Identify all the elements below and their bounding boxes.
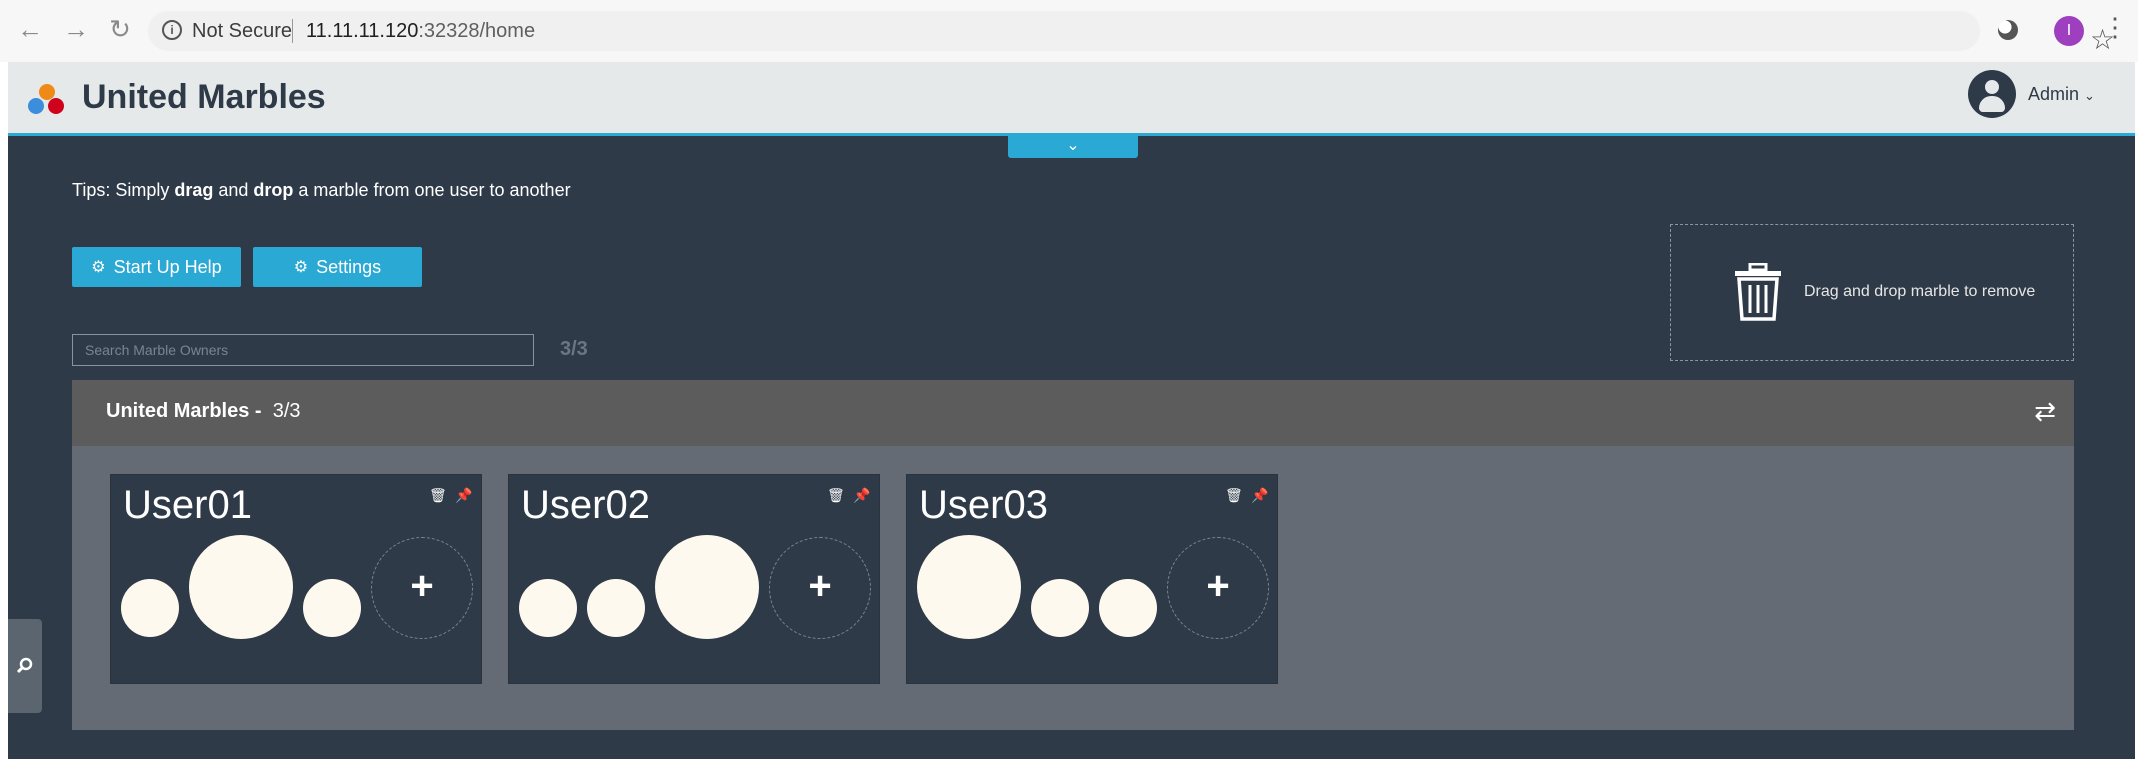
search-icon bbox=[16, 657, 33, 674]
settings-button[interactable]: ⚙ Settings bbox=[253, 247, 422, 287]
trash-drop-zone[interactable]: Drag and drop marble to remove bbox=[1670, 224, 2074, 361]
user-menu[interactable]: Admin ⌄ bbox=[2028, 84, 2095, 105]
expand-drawer-tab[interactable]: ⌄ bbox=[1008, 136, 1138, 158]
gear-icon: ⚙ bbox=[293, 259, 309, 276]
app-root: United Marbles Admin ⌄ ⌄ Tips: Simply dr… bbox=[8, 62, 2135, 759]
marble[interactable] bbox=[121, 579, 179, 637]
marble[interactable] bbox=[655, 535, 759, 639]
add-marble-button[interactable]: + bbox=[371, 537, 473, 639]
user-name: User02 bbox=[521, 483, 650, 527]
add-marble-button[interactable]: + bbox=[769, 537, 871, 639]
marble[interactable] bbox=[1031, 579, 1089, 637]
pin-icon[interactable]: 📌 bbox=[1251, 487, 1268, 504]
user-card[interactable]: User01 🗑 📌 + bbox=[110, 474, 482, 684]
marble[interactable] bbox=[519, 579, 577, 637]
url-text[interactable]: 11.11.11.120:32328/home bbox=[306, 20, 535, 43]
chevron-down-icon: ⌄ bbox=[1066, 137, 1080, 154]
extension-icon[interactable] bbox=[1998, 20, 2018, 40]
marble[interactable] bbox=[1099, 579, 1157, 637]
side-search-tab[interactable] bbox=[8, 619, 42, 713]
settings-label: Settings bbox=[316, 256, 382, 277]
forward-icon[interactable]: → bbox=[62, 15, 90, 43]
delete-icon[interactable]: 🗑 bbox=[1225, 487, 1243, 504]
address-bar[interactable]: i Not Secure 11.11.11.120:32328/home ☆ bbox=[148, 11, 2115, 55]
search-owners-input[interactable] bbox=[72, 334, 534, 366]
company-panel-header: United Marbles - 3/3 ⇄ bbox=[72, 380, 2074, 446]
browser-toolbar: ← → ↻ i Not Secure 11.11.11.120:32328/ho… bbox=[0, 0, 2138, 62]
user-avatar-icon[interactable] bbox=[1968, 70, 2016, 118]
info-icon[interactable]: i bbox=[162, 20, 182, 40]
pin-icon[interactable]: 📌 bbox=[455, 487, 472, 504]
owner-count: 3/3 bbox=[560, 338, 588, 360]
back-icon[interactable]: ← bbox=[16, 15, 44, 43]
gears-icon: ⚙ bbox=[91, 259, 106, 276]
add-marble-button[interactable]: + bbox=[1167, 537, 1269, 639]
reload-icon[interactable]: ↻ bbox=[106, 15, 134, 43]
delete-icon[interactable]: 🗑 bbox=[429, 487, 447, 504]
app-header: United Marbles Admin ⌄ bbox=[8, 62, 2135, 136]
logo-dot-red bbox=[48, 98, 64, 114]
panel-count: 3/3 bbox=[272, 400, 301, 422]
url-path: :32328/home bbox=[418, 20, 536, 42]
marble[interactable] bbox=[189, 535, 293, 639]
security-label: Not Secure bbox=[192, 20, 293, 42]
delete-icon[interactable]: 🗑 bbox=[827, 487, 845, 504]
user-label: Admin bbox=[2028, 84, 2080, 104]
startup-help-button[interactable]: ⚙ Start Up Help bbox=[72, 247, 241, 287]
trash-icon bbox=[1735, 263, 1781, 321]
marble[interactable] bbox=[587, 579, 645, 637]
menu-kebab-icon[interactable]: ⋮ bbox=[2102, 12, 2128, 42]
tips-text: Tips: Simply drag and drop a marble from… bbox=[72, 180, 571, 200]
user-card[interactable]: User02 🗑 📌 + bbox=[508, 474, 880, 684]
panel-title: United Marbles - 3/3 bbox=[106, 400, 301, 422]
marble[interactable] bbox=[917, 535, 1021, 639]
logo-icon bbox=[28, 84, 68, 120]
divider bbox=[292, 19, 293, 43]
profile-avatar[interactable]: I bbox=[2054, 16, 2084, 46]
app-title: United Marbles bbox=[82, 78, 326, 116]
logo-dot-blue bbox=[28, 98, 44, 114]
url-host: 11.11.11.120 bbox=[306, 20, 419, 42]
user-name: User01 bbox=[123, 483, 252, 527]
swap-arrows-icon[interactable]: ⇄ bbox=[2034, 396, 2056, 427]
startup-help-label: Start Up Help bbox=[113, 256, 222, 277]
chevron-down-icon: ⌄ bbox=[2084, 88, 2095, 103]
trash-hint: Drag and drop marble to remove bbox=[1804, 283, 2036, 300]
user-name: User03 bbox=[919, 483, 1048, 527]
user-card[interactable]: User03 🗑 📌 + bbox=[906, 474, 1278, 684]
marble[interactable] bbox=[303, 579, 361, 637]
pin-icon[interactable]: 📌 bbox=[853, 487, 870, 504]
